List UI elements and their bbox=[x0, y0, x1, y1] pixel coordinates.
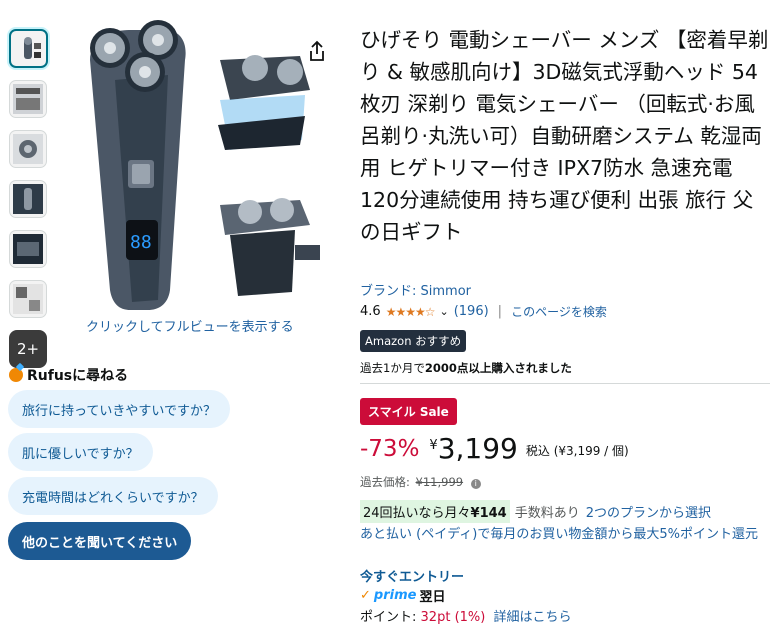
points-amount: 32pt bbox=[420, 610, 451, 625]
image-thumb-icon bbox=[13, 184, 43, 214]
more-images-button[interactable]: 2+ bbox=[9, 330, 47, 368]
paidy-link[interactable]: あと払い (ペイディ)で毎月のお買い物金額から最大5%ポイント還元 bbox=[360, 526, 770, 544]
entry-link[interactable]: 今すぐエントリー bbox=[360, 566, 464, 585]
thumbnail-4[interactable] bbox=[9, 180, 47, 218]
amazon-choice-badge: Amazon おすすめ bbox=[360, 330, 467, 352]
prime-logo: prime bbox=[373, 588, 417, 603]
delivery-day: 翌日 bbox=[419, 590, 446, 605]
rufus-question-charge[interactable]: 充電時間はどれくらいですか？ bbox=[8, 477, 218, 515]
thumbnail-3[interactable] bbox=[9, 130, 47, 168]
product-main-image[interactable]: 88 bbox=[70, 20, 340, 316]
thumbnail-strip: 2+ bbox=[9, 29, 49, 368]
brand-link[interactable]: ブランド: Simmor bbox=[360, 280, 471, 299]
prime-delivery: ✓ prime 翌日 bbox=[360, 586, 445, 605]
image-thumb-icon bbox=[13, 284, 43, 314]
rating-value: 4.6 bbox=[360, 304, 381, 319]
installment-fee: 手数料あり bbox=[514, 506, 580, 521]
points-details-link[interactable]: 詳細はこちら bbox=[494, 610, 572, 625]
product-title: ひげそり 電動シェーバー メンズ 【密着早剃り & 敏感肌向け】3D磁気式浮動ヘ… bbox=[360, 28, 769, 244]
chevron-down-icon[interactable]: ⌄ bbox=[439, 305, 448, 318]
star-rating-icon[interactable]: ★★★★☆ bbox=[386, 305, 436, 319]
search-page-link[interactable]: このページを検索 bbox=[511, 303, 607, 320]
installment-highlight: 24回払いなら月々¥144 bbox=[360, 500, 510, 523]
share-icon[interactable] bbox=[307, 40, 327, 62]
deal-badge: スマイル Sale bbox=[360, 398, 457, 425]
rufus-question-travel[interactable]: 旅行に持っていきやすいですか？ bbox=[8, 390, 230, 428]
thumbnail-1[interactable] bbox=[9, 29, 48, 68]
bought-prefix: 過去1か月で bbox=[360, 361, 425, 375]
rufus-header: Rufusに尋ねる bbox=[9, 365, 128, 385]
installment-plans-link[interactable]: 2つのプランから選択 bbox=[586, 502, 711, 521]
rating-row: 4.6 ★★★★☆ ⌄ (196) | このページを検索 bbox=[360, 303, 607, 320]
info-icon[interactable]: i bbox=[470, 479, 481, 489]
price-row: -73% ¥ 3,199 税込 (¥3,199 / 個) bbox=[360, 432, 629, 465]
bought-amount: 2000点以上購入されました bbox=[424, 361, 572, 375]
installment-amount: ¥144 bbox=[470, 506, 507, 521]
thumbnail-6[interactable] bbox=[9, 280, 47, 318]
points-percent: (1%) bbox=[454, 610, 486, 625]
list-price: 過去価格: ¥11,999 i bbox=[360, 474, 481, 490]
bought-count: 過去1か月で2000点以上購入されました bbox=[360, 360, 572, 376]
tax-note: 税込 (¥3,199 / 個) bbox=[525, 444, 629, 458]
image-thumb-icon bbox=[13, 234, 43, 264]
discount-percent: -73% bbox=[360, 436, 420, 462]
rufus-question-skin[interactable]: 肌に優しいですか？ bbox=[8, 433, 153, 471]
review-count-link[interactable]: (196) bbox=[454, 304, 489, 319]
divider-line bbox=[360, 383, 770, 384]
list-price-label: 過去価格: bbox=[360, 475, 410, 489]
check-icon: ✓ bbox=[360, 588, 371, 603]
rufus-ask-button[interactable]: 他のことを聞いてください bbox=[8, 522, 192, 560]
currency-symbol: ¥ bbox=[429, 438, 438, 453]
points-row: ポイント: 32pt (1%) 詳細はこちら bbox=[360, 606, 572, 625]
installment-row: 24回払いなら月々¥144 手数料あり 2つのプランから選択 bbox=[360, 500, 711, 523]
price-value: 3,199 bbox=[437, 432, 518, 465]
fullview-link[interactable]: クリックしてフルビューを表示する bbox=[86, 316, 294, 335]
rufus-icon bbox=[9, 368, 23, 382]
svg-text:88: 88 bbox=[130, 232, 152, 253]
list-price-value: ¥11,999 bbox=[415, 475, 464, 489]
thumbnail-5[interactable] bbox=[9, 230, 47, 268]
shaver-thumb-icon bbox=[23, 36, 41, 59]
installment-prefix: 24回払いなら月々 bbox=[363, 506, 471, 521]
divider: | bbox=[497, 304, 503, 319]
points-label: ポイント: bbox=[360, 610, 417, 625]
thumbnail-2[interactable] bbox=[9, 80, 47, 118]
rufus-label: Rufusに尋ねる bbox=[27, 368, 129, 384]
image-thumb-icon bbox=[13, 134, 43, 164]
image-thumb-icon bbox=[13, 84, 43, 114]
